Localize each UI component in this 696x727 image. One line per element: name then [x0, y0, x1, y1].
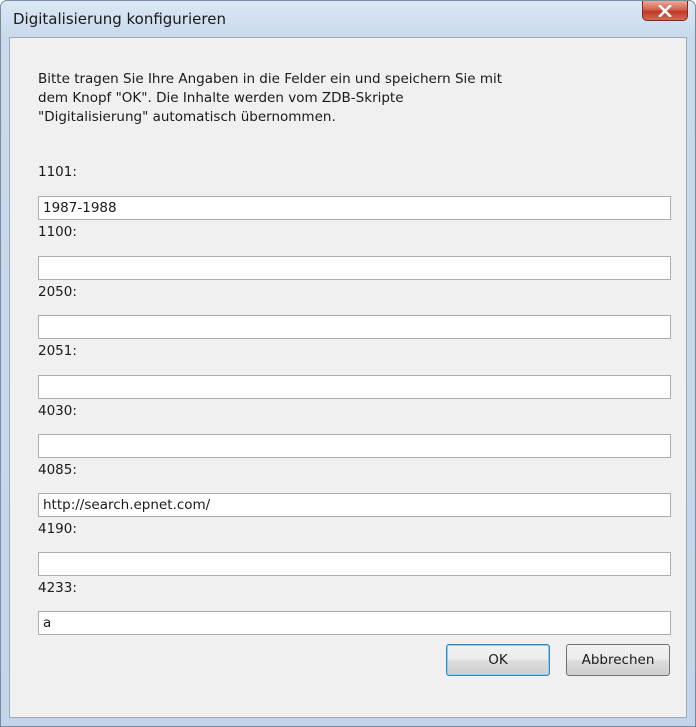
cancel-button[interactable]: Abbrechen	[566, 644, 670, 676]
field-input-2051[interactable]	[38, 375, 671, 399]
field-input-4030[interactable]	[38, 434, 671, 458]
intro-text: Bitte tragen Sie Ihre Angaben in die Fel…	[38, 71, 503, 125]
close-button[interactable]	[642, 1, 688, 21]
dialog-content: Bitte tragen Sie Ihre Angaben in die Fel…	[9, 37, 687, 718]
field-label-4085: 4085:	[38, 462, 77, 478]
field-input-1101[interactable]	[38, 196, 671, 220]
field-label-4233: 4233:	[38, 580, 77, 596]
field-label-1101: 1101:	[38, 164, 77, 180]
field-label-4030: 4030:	[38, 403, 77, 419]
field-label-2051: 2051:	[38, 343, 77, 359]
field-input-2050[interactable]	[38, 315, 671, 339]
field-input-1100[interactable]	[38, 256, 671, 280]
field-label-1100: 1100:	[38, 224, 77, 240]
field-input-4233[interactable]	[38, 611, 671, 635]
title-bar[interactable]: Digitalisierung konfigurieren	[1, 1, 695, 37]
dialog-window: Digitalisierung konfigurieren Bitte trag…	[0, 0, 696, 727]
field-label-2050: 2050:	[38, 284, 77, 300]
field-input-4190[interactable]	[38, 552, 671, 576]
ok-button[interactable]: OK	[446, 644, 550, 676]
field-label-4190: 4190:	[38, 521, 77, 537]
window-title: Digitalisierung konfigurieren	[13, 10, 226, 28]
field-input-4085[interactable]	[38, 493, 671, 517]
close-icon	[658, 4, 672, 17]
